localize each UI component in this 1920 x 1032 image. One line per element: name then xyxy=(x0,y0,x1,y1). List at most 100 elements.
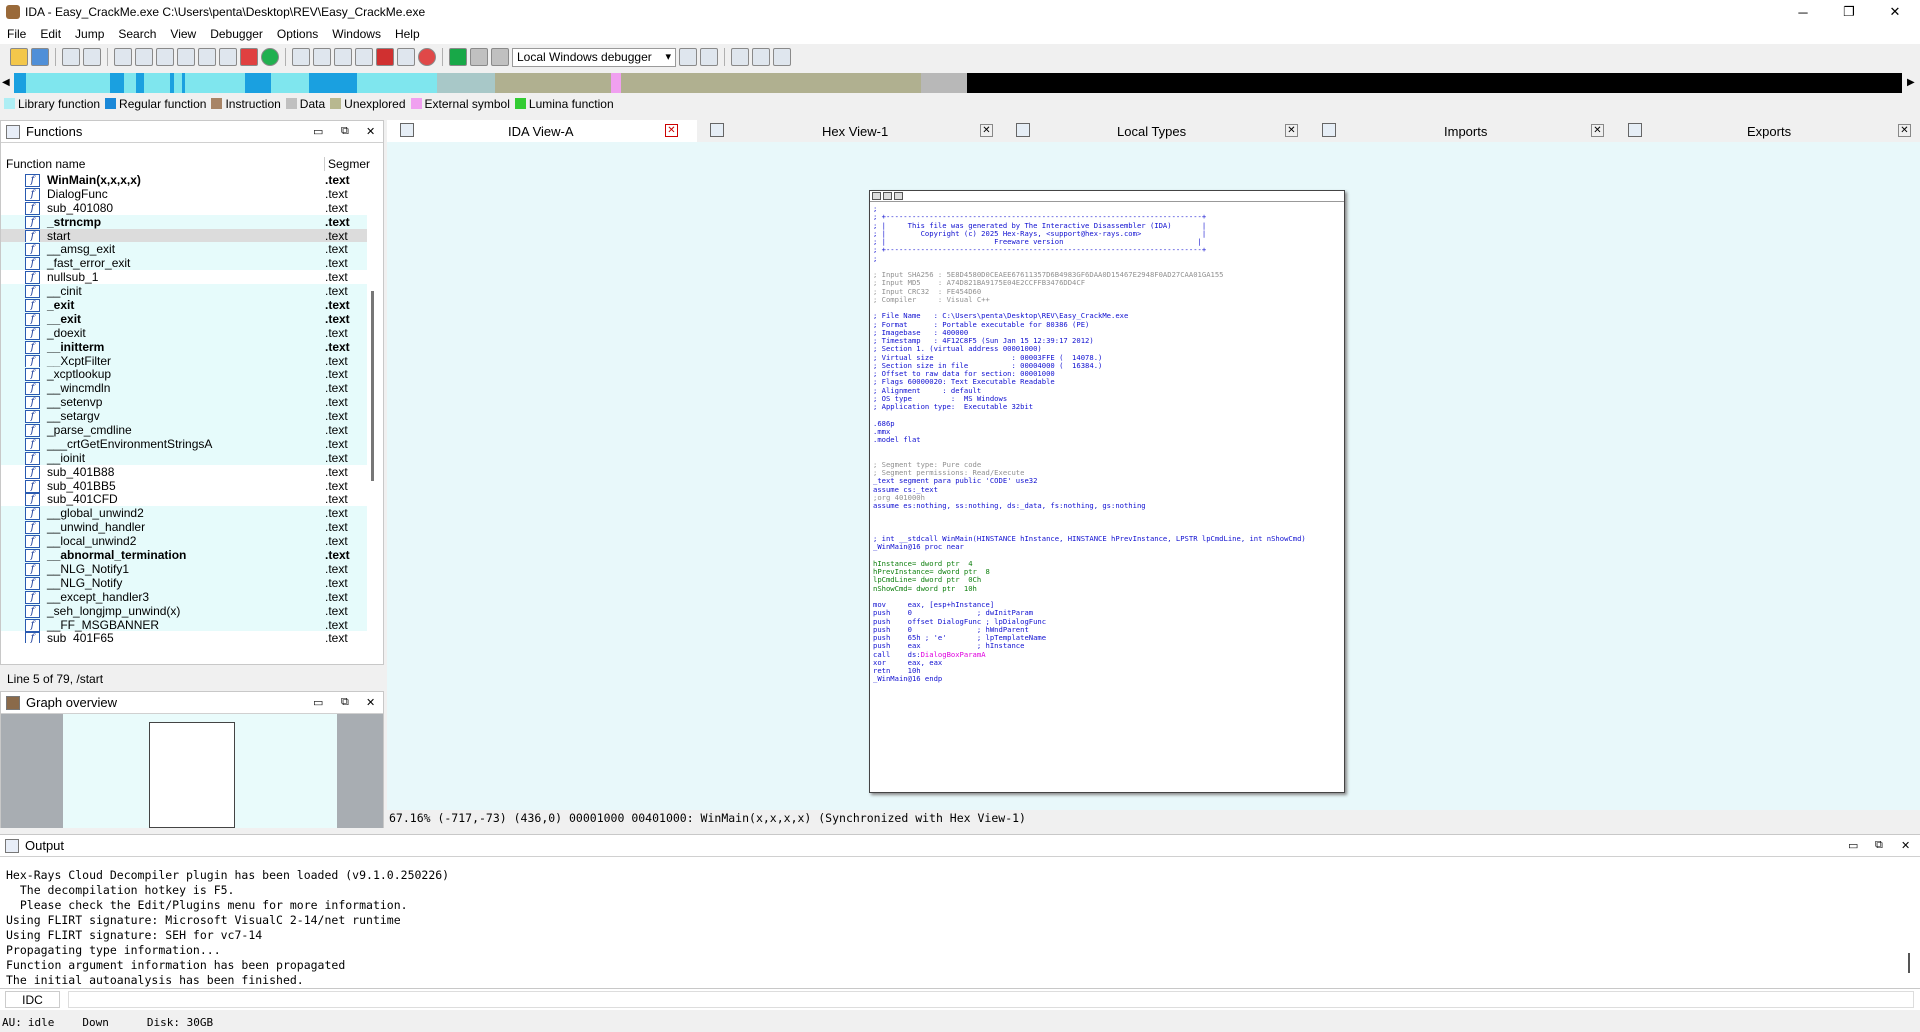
asm-line[interactable]: ; | This file was generated by The Inter… xyxy=(873,221,1306,230)
function-icon[interactable] xyxy=(156,48,174,66)
asm-line[interactable]: retn 10h xyxy=(873,666,1306,675)
disassembly-text[interactable]: ;; +------------------------------------… xyxy=(873,204,1306,683)
stop-icon[interactable] xyxy=(376,48,394,66)
tab-hex-view[interactable]: Hex View-1 ✕ xyxy=(697,120,1003,142)
function-row[interactable]: f start .text xyxy=(1,228,367,243)
function-row[interactable]: f __global_unwind2 .text xyxy=(1,506,367,521)
asm-line[interactable]: ; Input SHA256 : 5E8D4580D0CEAEE67611357… xyxy=(873,270,1306,279)
asm-line[interactable]: hInstance= dword ptr 4 xyxy=(873,559,1306,568)
function-row[interactable]: f WinMain(x,x,x,x) .text xyxy=(1,173,367,187)
function-row[interactable]: f sub_401BB5 .text xyxy=(1,479,367,493)
graph-float-button[interactable]: ⧉ xyxy=(341,696,349,709)
graph-icon[interactable] xyxy=(752,48,770,66)
asm-line[interactable]: .mmx xyxy=(873,427,1306,436)
function-row[interactable]: f __except_handler3 .text xyxy=(1,589,367,604)
asm-line[interactable]: ; +-------------------------------------… xyxy=(873,212,1306,221)
tab-close-icon[interactable]: ✕ xyxy=(1591,124,1604,137)
function-row[interactable]: f _parse_cmdline .text xyxy=(1,423,367,438)
forward-icon[interactable] xyxy=(83,48,101,66)
asm-line[interactable]: ; Input MD5 : A74D821BA9175E04E2CCFFB347… xyxy=(873,278,1306,287)
proximity-icon[interactable] xyxy=(773,48,791,66)
function-row[interactable]: f DialogFunc .text xyxy=(1,187,367,201)
function-row[interactable]: f __abnormal_termination .text xyxy=(1,548,367,563)
asm-line[interactable]: ; | Copyright (c) 2025 Hex-Rays, <suppor… xyxy=(873,229,1306,238)
tab-local-types[interactable]: Local Types ✕ xyxy=(1003,120,1309,142)
function-row[interactable]: f __initterm .text xyxy=(1,339,367,354)
minimize-button[interactable]: ─ xyxy=(1780,0,1826,24)
tab-close-icon[interactable]: ✕ xyxy=(665,124,678,137)
node-group-icon[interactable] xyxy=(883,192,892,200)
asm-line[interactable]: push 65h ; 'e' ; lpTemplateName xyxy=(873,633,1306,642)
idc-language-button[interactable]: IDC xyxy=(5,991,60,1008)
save-icon[interactable] xyxy=(31,48,49,66)
functions-scrollbar[interactable] xyxy=(371,291,374,481)
output-float-button[interactable]: ⧉ xyxy=(1875,839,1883,852)
function-row[interactable]: f __FF_MSGBANNER .text xyxy=(1,617,367,632)
asm-line[interactable]: ; xyxy=(873,254,1306,263)
asm-line[interactable]: mov eax, [esp+hInstance] xyxy=(873,600,1306,609)
asm-line[interactable]: lpCmdLine= dword ptr 0Ch xyxy=(873,575,1306,584)
overview-viewport[interactable] xyxy=(149,722,235,828)
function-row[interactable]: f __XcptFilter .text xyxy=(1,353,367,368)
function-row[interactable]: f sub_401B88 .text xyxy=(1,465,367,479)
function-row[interactable]: f nullsub_1 .text xyxy=(1,270,367,285)
asm-line[interactable]: call ds:DialogBoxParamA xyxy=(873,650,1306,659)
text-icon[interactable] xyxy=(219,48,237,66)
nav-right-arrow-icon[interactable]: ▶ xyxy=(1907,73,1917,93)
node-color-icon[interactable] xyxy=(872,192,881,200)
code-icon[interactable] xyxy=(114,48,132,66)
menu-debugger[interactable]: Debugger xyxy=(203,27,270,41)
enum-icon[interactable] xyxy=(313,48,331,66)
function-row[interactable]: f __unwind_handler .text xyxy=(1,520,367,535)
node-collapse-icon[interactable] xyxy=(894,192,903,200)
asm-line[interactable] xyxy=(873,262,1306,270)
asm-line[interactable]: push 0 ; hWndParent xyxy=(873,625,1306,634)
asm-line[interactable]: nShowCmd= dword ptr 10h xyxy=(873,584,1306,593)
function-row[interactable]: f _doexit .text xyxy=(1,325,367,340)
asm-line[interactable]: ; File Name : C:\Users\penta\Desktop\REV… xyxy=(873,311,1306,320)
function-row[interactable]: f _fast_error_exit .text xyxy=(1,256,367,271)
asm-line[interactable]: ; +-------------------------------------… xyxy=(873,245,1306,254)
asm-line[interactable] xyxy=(873,526,1306,534)
asm-line[interactable] xyxy=(873,518,1306,526)
asm-line[interactable]: ; Input CRC32 : FE454D60 xyxy=(873,287,1306,296)
navigation-band[interactable] xyxy=(14,73,1902,93)
undefine-icon[interactable] xyxy=(177,48,195,66)
tab-imports[interactable]: Imports ✕ xyxy=(1309,120,1615,142)
asm-icon[interactable] xyxy=(700,48,718,66)
tab-ida-view-a[interactable]: IDA View-A ✕ xyxy=(387,120,697,142)
tab-close-icon[interactable]: ✕ xyxy=(1898,124,1911,137)
asm-line[interactable] xyxy=(873,551,1306,559)
graph-minimize-button[interactable]: ▭ xyxy=(313,696,323,709)
asm-line[interactable]: hPrevInstance= dword ptr 8 xyxy=(873,567,1306,576)
menu-file[interactable]: File xyxy=(0,27,33,41)
asm-line[interactable] xyxy=(873,303,1306,311)
menu-windows[interactable]: Windows xyxy=(325,27,388,41)
asm-line[interactable]: .model flat xyxy=(873,435,1306,444)
asm-line[interactable] xyxy=(873,452,1306,460)
menu-help[interactable]: Help xyxy=(388,27,427,41)
ida-view-graph[interactable]: ;; +------------------------------------… xyxy=(387,142,1920,825)
function-row[interactable]: f __ioinit .text xyxy=(1,450,367,465)
menu-view[interactable]: View xyxy=(163,27,203,41)
asm-line[interactable]: ; Flags 60000020: Text Executable Readab… xyxy=(873,377,1306,386)
asm-line[interactable]: _WinMain@16 proc near xyxy=(873,542,1306,551)
struct-icon[interactable] xyxy=(292,48,310,66)
open-icon[interactable] xyxy=(10,48,28,66)
functions-minimize-button[interactable]: ▭ xyxy=(313,125,323,138)
pause-icon[interactable] xyxy=(470,48,488,66)
nav-left-arrow-icon[interactable]: ◀ xyxy=(2,73,12,93)
asm-line[interactable]: ; Application type: Executable 32bit xyxy=(873,402,1306,411)
stop-debug-icon[interactable] xyxy=(491,48,509,66)
asm-line[interactable]: ; Offset to raw data for section: 000010… xyxy=(873,369,1306,378)
functions-list[interactable]: f WinMain(x,x,x,x) .text f DialogFunc .text f s… xyxy=(1,173,367,643)
asm-line[interactable]: _text segment para public 'CODE' use32 xyxy=(873,476,1306,485)
menu-jump[interactable]: Jump xyxy=(68,27,111,41)
tab-close-icon[interactable]: ✕ xyxy=(1285,124,1298,137)
asm-line[interactable]: ; int __stdcall WinMain(HINSTANCE hInsta… xyxy=(873,534,1306,543)
close-button[interactable]: ✕ xyxy=(1872,0,1918,24)
asm-line[interactable]: ; Virtual size : 00003FFE ( 14078.) xyxy=(873,353,1306,362)
asm-line[interactable]: assume cs:_text xyxy=(873,485,1306,494)
function-row[interactable]: f __NLG_Notify .text xyxy=(1,575,367,590)
asm-line[interactable]: ; xyxy=(873,204,1306,213)
